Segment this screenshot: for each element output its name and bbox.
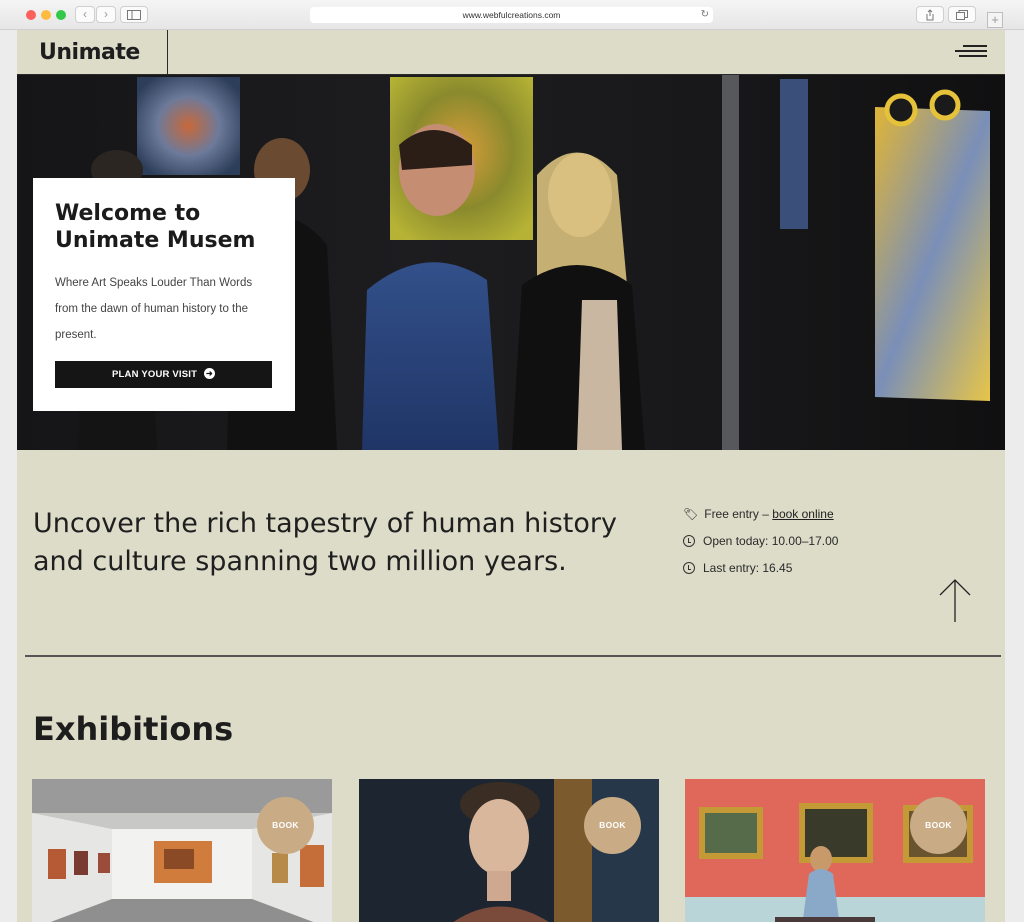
- url-text: www.webfulcreations.com: [462, 10, 561, 20]
- hero-description: Where Art Speaks Louder Than Words from …: [55, 277, 253, 341]
- browser-toolbar: ‹ › www.webfulcreations.com ↻ +: [0, 0, 1024, 30]
- new-tab-button[interactable]: +: [987, 12, 1003, 28]
- book-button[interactable]: BOOK: [257, 797, 314, 854]
- exhibition-card[interactable]: BOOK: [359, 779, 659, 922]
- plan-your-visit-button[interactable]: PLAN YOUR VISIT ➜: [55, 361, 272, 388]
- minimize-window-button[interactable]: [41, 10, 51, 20]
- book-online-link[interactable]: book online: [772, 507, 833, 521]
- clock-icon: [683, 562, 695, 574]
- arrow-right-icon: ➜: [204, 367, 215, 379]
- welcome-card: Welcome to Unimate Musem Where Art Speak…: [33, 178, 295, 411]
- share-button[interactable]: [916, 6, 944, 23]
- close-window-button[interactable]: [26, 10, 36, 20]
- section-divider: [25, 655, 1001, 657]
- opening-hours-text: Open today: 10.00–17.00: [703, 534, 839, 548]
- web-page: Unimate Welcome to Unimate Musem Where A…: [17, 30, 1005, 922]
- opening-hours-item: Open today: 10.00–17.00: [683, 534, 838, 561]
- header-divider: [167, 30, 168, 75]
- hero-section: Welcome to Unimate Musem Where Art Speak…: [17, 75, 1005, 450]
- last-entry-item: Last entry: 16.45: [683, 561, 838, 588]
- back-button[interactable]: ‹: [75, 6, 95, 23]
- book-button[interactable]: BOOK: [910, 797, 967, 854]
- hamburger-menu-icon[interactable]: [955, 45, 987, 59]
- browser-window: ‹ › www.webfulcreations.com ↻ + Unimate: [0, 0, 1024, 922]
- maximize-window-button[interactable]: [56, 10, 66, 20]
- share-icon: [926, 9, 934, 21]
- sidebar-icon: [127, 10, 141, 20]
- ticket-icon: 🏷: [683, 507, 699, 521]
- site-header: Unimate: [17, 30, 1005, 75]
- forward-button[interactable]: ›: [96, 6, 116, 23]
- exhibition-card[interactable]: BOOK: [685, 779, 985, 922]
- free-entry-text: Free entry –: [704, 507, 773, 521]
- reload-icon[interactable]: ↻: [701, 7, 709, 23]
- free-entry-item: 🏷 Free entry – book online: [683, 507, 838, 534]
- address-bar[interactable]: www.webfulcreations.com ↻: [310, 7, 713, 23]
- tabs-icon: [956, 10, 968, 20]
- history-tagline: Uncover the rich tapestry of human histo…: [33, 508, 617, 577]
- clock-icon: [683, 535, 695, 547]
- hero-title: Welcome to Unimate Musem: [55, 201, 256, 253]
- last-entry-text: Last entry: 16.45: [703, 561, 793, 575]
- sidebar-toggle-button[interactable]: [120, 6, 148, 23]
- exhibitions-title: Exhibitions: [33, 710, 234, 748]
- info-section: Uncover the rich tapestry of human histo…: [17, 450, 1005, 660]
- scroll-up-arrow-icon[interactable]: [939, 578, 971, 624]
- book-button[interactable]: BOOK: [584, 797, 641, 854]
- visit-facts-list: 🏷 Free entry – book online Open today: 10…: [683, 507, 838, 588]
- tabs-overview-button[interactable]: [948, 6, 976, 23]
- exhibition-card[interactable]: BOOK: [32, 779, 332, 922]
- plan-your-visit-label: PLAN YOUR VISIT: [111, 369, 198, 380]
- site-logo[interactable]: Unimate: [39, 40, 140, 65]
